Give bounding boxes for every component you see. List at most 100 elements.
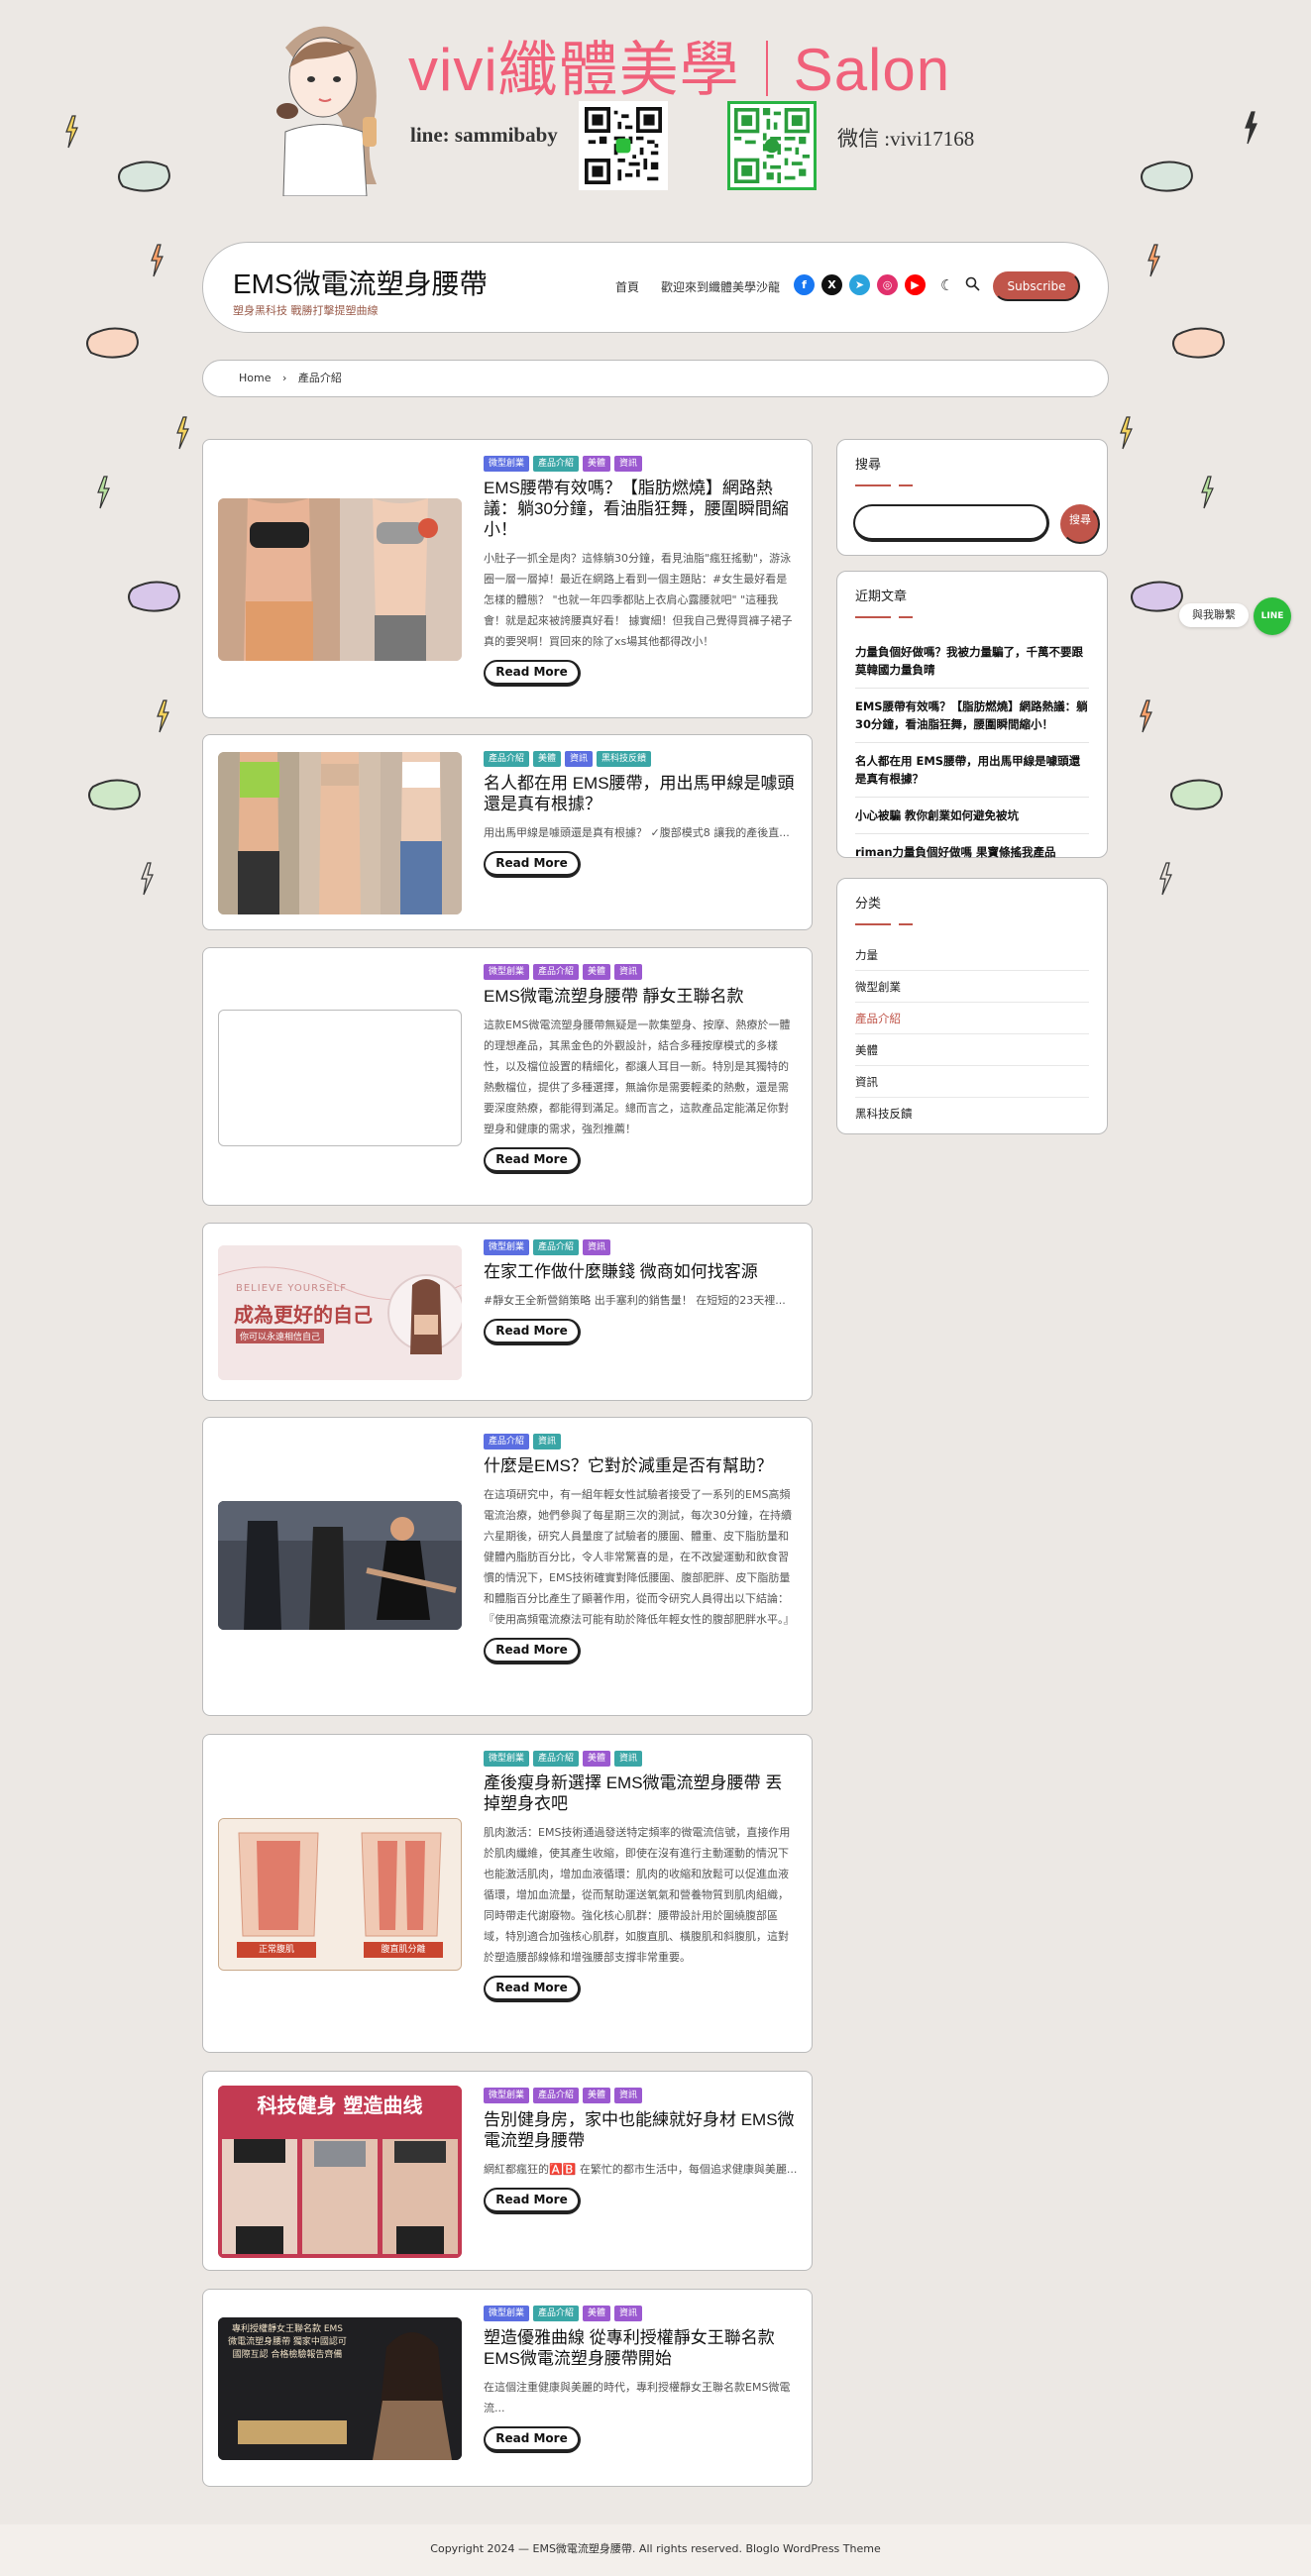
category-tag[interactable]: 美體 (583, 456, 611, 472)
post-thumbnail[interactable] (218, 1501, 462, 1630)
post-title[interactable]: EMS微電流塑身腰帶 靜女王聯名款 (484, 986, 798, 1007)
post-title[interactable]: 塑造優雅曲線 從專利授權靜女王聯名款EMS微電流塑身腰帶開始 (484, 2327, 798, 2369)
category-tag[interactable]: 資訊 (614, 964, 643, 980)
read-more-button[interactable]: Read More (484, 851, 581, 878)
category-tag[interactable]: 美體 (583, 2088, 611, 2103)
category-tag[interactable]: 微型創業 (484, 964, 530, 980)
category-tag[interactable]: 黑科技反饋 (597, 751, 652, 767)
category-tag[interactable]: 產品介紹 (484, 751, 530, 767)
post-title[interactable]: 什麼是EMS？它對於減重是否有幫助？ (484, 1455, 798, 1476)
post-content: 微型創業 產品介紹 美體 資訊 EMS腰帶有效嗎？【脂肪燃燒】網路熱議：躺30分… (484, 440, 798, 687)
recent-post-link[interactable]: 小心被騙 教你創業如何避免被坑 (855, 798, 1089, 834)
category-tag[interactable]: 微型創業 (484, 1239, 530, 1255)
recent-post-link[interactable]: riman力量負個好做嗎 果寶條搖我產品 (855, 834, 1089, 870)
category-tag[interactable]: 產品介紹 (533, 2088, 580, 2103)
post-content: 微型創業 產品介紹 美體 資訊 EMS微電流塑身腰帶 靜女王聯名款 這款EMS微… (484, 948, 798, 1174)
category-tag[interactable]: 美體 (583, 964, 611, 980)
category-tag[interactable]: 美體 (583, 1751, 611, 1767)
recent-post-link[interactable]: 名人都在用 EMS腰帶，用出馬甲線是噱頭還是真有根據？ (855, 743, 1089, 798)
category-tag[interactable]: 產品介紹 (533, 1751, 580, 1767)
category-tag[interactable]: 產品介紹 (533, 456, 580, 472)
read-more-button[interactable]: Read More (484, 1319, 581, 1345)
search-widget: 搜尋 搜尋 (836, 439, 1108, 556)
x-twitter-icon[interactable]: X (821, 274, 842, 295)
category-tag[interactable]: 資訊 (533, 1434, 562, 1449)
nav-item-home[interactable]: 首頁 (615, 278, 639, 295)
post-categories: 微型創業 產品介紹 美體 資訊 (484, 964, 798, 980)
category-tag[interactable]: 微型創業 (484, 2306, 530, 2321)
recent-posts-widget: 近期文章 力量負個好做嗎？我被力量騙了，千萬不要跟莫韓國力量負晴 EMS腰帶有效… (836, 571, 1108, 859)
facebook-icon[interactable]: f (794, 274, 815, 295)
category-tag[interactable]: 資訊 (614, 456, 643, 472)
post-title[interactable]: 產後瘦身新選擇 EMS微電流塑身腰帶 丟掉塑身衣吧 (484, 1772, 798, 1814)
site-footer: Copyright 2024 — EMS微電流塑身腰帶. All rights … (0, 2524, 1311, 2576)
site-title[interactable]: EMS微電流塑身腰帶 (233, 263, 488, 302)
category-tag[interactable]: 資訊 (614, 2306, 643, 2321)
read-more-button[interactable]: Read More (484, 1638, 581, 1664)
post-excerpt: 網紅都瘋狂的🅰️🅱️ 在繁忙的都市生活中，每個追求健康與美麗... (484, 2163, 798, 2176)
category-tag[interactable]: 資訊 (614, 2088, 643, 2103)
category-link[interactable]: 微型創業 (855, 971, 1089, 1003)
category-tag[interactable]: 資訊 (614, 1751, 643, 1767)
telegram-icon[interactable]: ➤ (849, 274, 870, 295)
category-tag[interactable]: 產品介紹 (533, 964, 580, 980)
nav-item-welcome[interactable]: 歡迎來到纖體美學沙龍 (661, 278, 780, 295)
post-categories: 微型創業 產品介紹 美體 資訊 (484, 2306, 798, 2321)
post-thumbnail[interactable]: BELIEVE YOURSELF 成為更好的自己 你可以永遠相信自己 (218, 1245, 462, 1380)
category-tag[interactable]: 產品介紹 (533, 1239, 580, 1255)
blob-doodle-icon (88, 779, 141, 810)
post-title[interactable]: 告別健身房，家中也能練就好身材 EMS微電流塑身腰帶 (484, 2109, 798, 2151)
post-categories: 微型創業 產品介紹 美體 資訊 (484, 1751, 798, 1767)
search-icon[interactable] (965, 276, 981, 291)
lightning-doodle-icon (1147, 244, 1160, 277)
before-after-belly-image (218, 498, 462, 661)
post-title[interactable]: EMS腰帶有效嗎？【脂肪燃燒】網路熱議：躺30分鐘，看油脂狂舞，腰圍瞬間縮小！ (484, 478, 798, 540)
salon-brand-title: vivi纖體美學 Salon (408, 22, 950, 108)
recent-post-link[interactable]: 力量負個好做嗎？我被力量騙了，千萬不要跟莫韓國力量負晴 (855, 634, 1089, 689)
post-excerpt: 在這項研究中，有一組年輕女性試驗者接受了一系列的EMS高頻電流治療，她們參與了每… (484, 1488, 795, 1626)
read-more-button[interactable]: Read More (484, 660, 581, 687)
post-title[interactable]: 在家工作做什麼賺錢 微商如何找客源 (484, 1261, 798, 1282)
category-link[interactable]: 美體 (855, 1034, 1089, 1066)
category-tag[interactable]: 資訊 (583, 1239, 611, 1255)
contact-me-label[interactable]: 與我聯繫 (1179, 603, 1249, 627)
category-link[interactable]: 資訊 (855, 1066, 1089, 1098)
category-link[interactable]: 力量 (855, 939, 1089, 971)
recent-posts-list: 力量負個好做嗎？我被力量騙了，千萬不要跟莫韓國力量負晴 EMS腰帶有效嗎？【脂肪… (855, 634, 1089, 870)
subscribe-button[interactable]: Subscribe (993, 271, 1080, 301)
category-tag[interactable]: 產品介紹 (533, 2306, 580, 2321)
post-thumbnail[interactable] (218, 752, 462, 914)
category-link-active[interactable]: 產品介紹 (855, 1003, 1089, 1034)
post-thumbnail-placeholder[interactable] (218, 1010, 462, 1146)
category-link[interactable]: 黑科技反饋 (855, 1098, 1089, 1128)
category-tag[interactable]: 產品介紹 (484, 1434, 530, 1449)
category-tag[interactable]: 微型創業 (484, 1751, 530, 1767)
instagram-icon[interactable]: ◎ (877, 274, 898, 295)
wechat-id-text: 微信 :vivi17168 (837, 127, 975, 151)
category-tag[interactable]: 美體 (533, 751, 562, 767)
read-more-button[interactable]: Read More (484, 2426, 581, 2453)
category-tag[interactable]: 資訊 (565, 751, 594, 767)
lightning-doodle-icon (176, 416, 189, 450)
search-button[interactable]: 搜尋 (1060, 504, 1100, 544)
breadcrumb-home[interactable]: Home (239, 372, 271, 384)
main-nav: 首頁 歡迎來到纖體美學沙龍 (615, 278, 780, 295)
recent-post-link[interactable]: EMS腰帶有效嗎？【脂肪燃燒】網路熱議：躺30分鐘，看油脂狂舞，腰圍瞬間縮小！ (855, 689, 1089, 743)
post-title[interactable]: 名人都在用 EMS腰帶，用出馬甲線是噱頭還是真有根據？ (484, 773, 798, 814)
post-thumbnail[interactable]: 科技健身 塑造曲线 (218, 2086, 462, 2258)
read-more-button[interactable]: Read More (484, 1147, 581, 1174)
widget-title: 近期文章 (855, 590, 908, 604)
youtube-icon[interactable]: ▶ (905, 274, 926, 295)
thumb-title: 科技健身 塑造曲线 (257, 2093, 423, 2117)
category-tag[interactable]: 微型創業 (484, 2088, 530, 2103)
read-more-button[interactable]: Read More (484, 2188, 581, 2214)
post-thumbnail[interactable] (218, 498, 462, 661)
category-tag[interactable]: 微型創業 (484, 456, 530, 472)
line-chat-icon[interactable]: LINE (1254, 597, 1291, 635)
dark-mode-moon-icon[interactable]: ☾ (940, 276, 953, 294)
search-input[interactable] (853, 504, 1049, 542)
read-more-button[interactable]: Read More (484, 1976, 581, 2002)
post-thumbnail[interactable]: 專利授權靜女王聯名款 EMS微電流塑身腰帶 獨家中國認可 國際互認 合格檢驗報告… (218, 2317, 462, 2460)
post-thumbnail[interactable]: 正常腹肌 腹直肌分離 (218, 1818, 462, 1971)
category-tag[interactable]: 美體 (583, 2306, 611, 2321)
